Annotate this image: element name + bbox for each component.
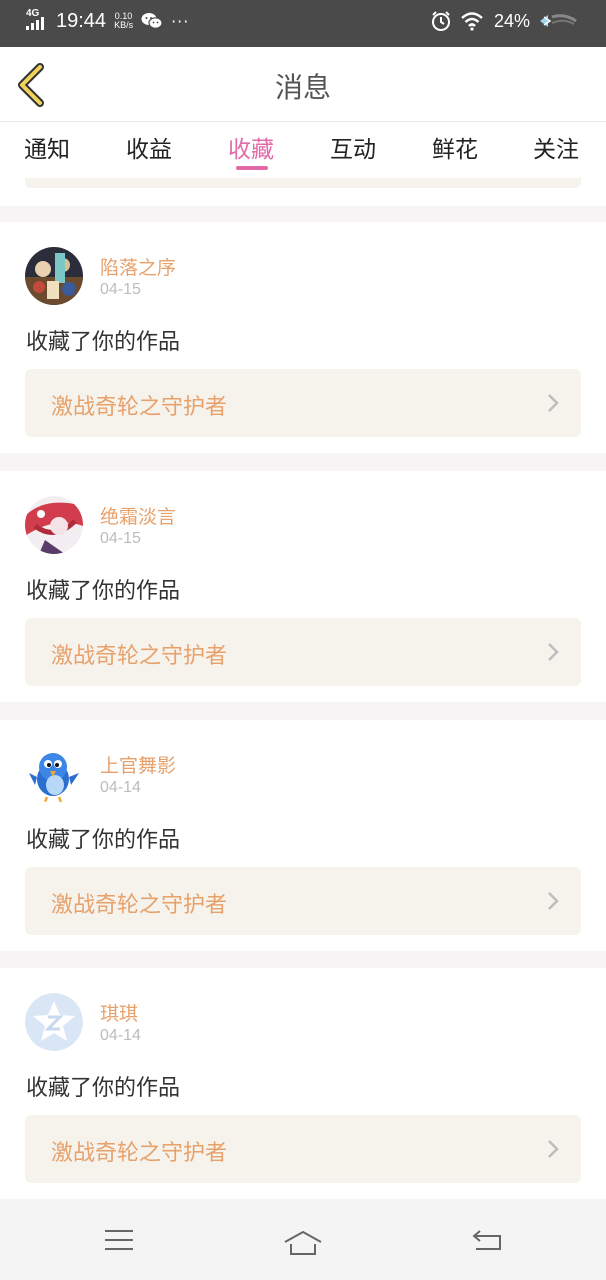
battery-percent: 24% xyxy=(493,10,530,31)
avatar[interactable] xyxy=(25,496,83,554)
signal-icon: 4G xyxy=(26,9,48,33)
tab-interactions[interactable]: 互动 xyxy=(330,130,376,164)
message-text: 收藏了你的作品 xyxy=(26,579,181,604)
message-date: 04-14 xyxy=(100,1027,141,1044)
speed-unit: KB/s xyxy=(114,20,134,30)
message-text: 收藏了你的作品 xyxy=(26,330,181,355)
chevron-right-icon xyxy=(548,394,559,412)
tab-favorites[interactable]: 收藏 xyxy=(228,130,274,164)
tab-following[interactable]: 关注 xyxy=(533,130,579,164)
network-type: 4G xyxy=(26,8,40,19)
message-card: 陷落之序 04-15 收藏了你的作品 激战奇轮之守护者 xyxy=(0,222,606,453)
message-date: 04-15 xyxy=(100,281,141,298)
avatar[interactable] xyxy=(25,745,83,803)
wifi-icon xyxy=(461,12,483,31)
message-text: 收藏了你的作品 xyxy=(26,1076,181,1101)
system-nav-bar xyxy=(0,1200,606,1280)
tab-bar: 通知 收益 收藏 互动 鲜花 关注 xyxy=(0,122,606,178)
work-title: 激战奇轮之守护者 xyxy=(51,644,228,669)
message-text: 收藏了你的作品 xyxy=(26,828,181,853)
work-title: 激战奇轮之守护者 xyxy=(51,395,228,420)
user-name[interactable]: 上官舞影 xyxy=(100,751,176,778)
chevron-right-icon xyxy=(548,643,559,661)
work-link[interactable]: 激战奇轮之守护者 xyxy=(25,618,581,686)
avatar[interactable] xyxy=(25,247,83,305)
clock: 19:44 xyxy=(56,9,107,32)
work-title: 激战奇轮之守护者 xyxy=(51,1141,228,1166)
alarm-icon xyxy=(431,11,450,31)
chevron-right-icon xyxy=(548,892,559,910)
page-title: 消息 xyxy=(274,71,331,104)
more-notifications: ··· xyxy=(171,11,190,31)
work-link[interactable]: 激战奇轮之守护者 xyxy=(25,1115,581,1183)
active-tab-indicator xyxy=(236,166,268,170)
return-icon[interactable] xyxy=(472,1228,504,1252)
chevron-right-icon xyxy=(548,1140,559,1158)
tab-earnings[interactable]: 收益 xyxy=(126,130,172,164)
message-date: 04-14 xyxy=(100,779,141,796)
work-link[interactable]: 激战奇轮之守护者 xyxy=(25,867,581,935)
network-speed: 0.10 KB/s xyxy=(114,12,133,30)
tab-flowers[interactable]: 鲜花 xyxy=(432,130,478,164)
title-bar: 消息 xyxy=(0,47,606,122)
user-name[interactable]: 陷落之序 xyxy=(100,253,176,280)
user-name[interactable]: 绝霜淡言 xyxy=(100,502,176,529)
message-card: 琪琪 04-14 收藏了你的作品 激战奇轮之守护者 xyxy=(0,968,606,1199)
battery-icon xyxy=(540,14,577,27)
menu-icon[interactable] xyxy=(104,1228,134,1252)
user-name[interactable]: 琪琪 xyxy=(100,999,138,1026)
previous-card-edge xyxy=(0,178,606,206)
avatar[interactable] xyxy=(25,993,83,1051)
message-date: 04-15 xyxy=(100,530,141,547)
message-card: 上官舞影 04-14 收藏了你的作品 激战奇轮之守护者 xyxy=(0,720,606,951)
work-link[interactable]: 激战奇轮之守护者 xyxy=(25,369,581,437)
message-card: 绝霜淡言 04-15 收藏了你的作品 激战奇轮之守护者 xyxy=(0,471,606,702)
tab-notifications[interactable]: 通知 xyxy=(24,130,70,164)
status-bar: 4G 19:44 0.10 KB/s ··· 24% xyxy=(0,0,606,47)
home-icon[interactable] xyxy=(283,1230,323,1256)
work-title: 激战奇轮之守护者 xyxy=(51,893,228,918)
wechat-icon xyxy=(141,13,163,29)
